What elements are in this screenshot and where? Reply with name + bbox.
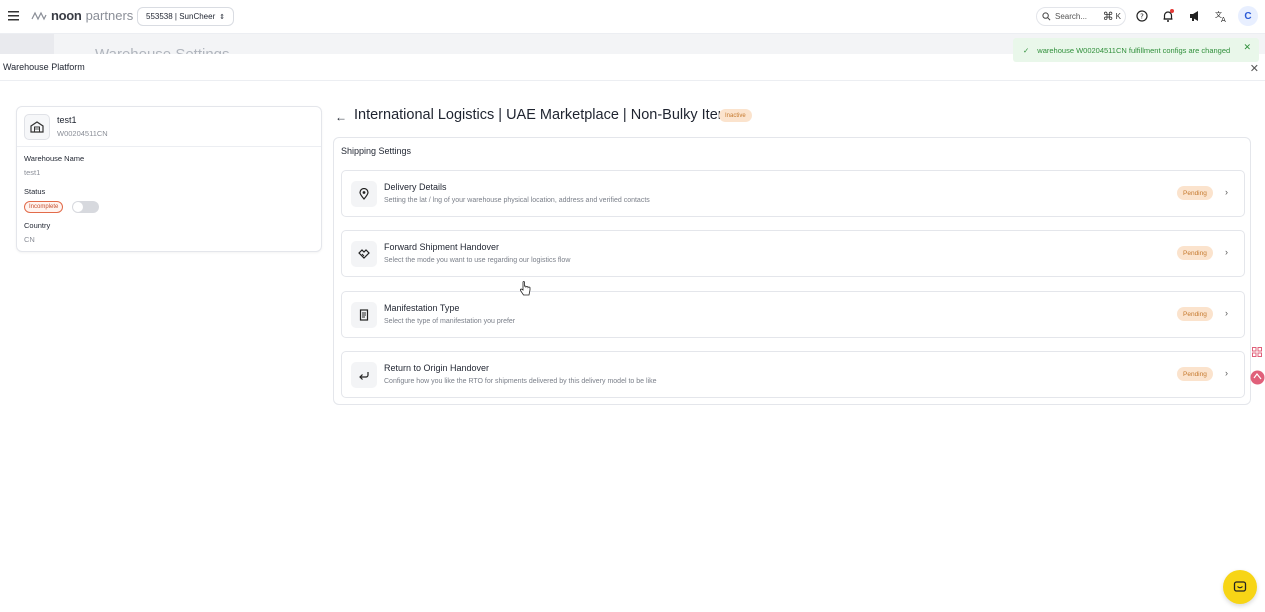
warehouse-code: W00204511CN <box>57 129 108 138</box>
user-avatar[interactable]: C <box>1238 6 1258 26</box>
chevron-right-icon: › <box>1225 187 1228 197</box>
shortcut-key: K <box>1115 12 1121 21</box>
brand-name-bold: noon <box>51 8 82 23</box>
status-badge: Incomplete <box>24 201 64 213</box>
status-label: Status <box>24 187 46 196</box>
chat-support-button[interactable] <box>1223 570 1257 604</box>
setting-row-manifestation-type[interactable]: Manifestation Type Select the type of ma… <box>341 291 1245 338</box>
panel-close-icon[interactable]: ✕ <box>1250 62 1259 75</box>
background-page-title: Warehouse Settings <box>95 46 230 54</box>
country-label: Country <box>24 221 51 230</box>
page-title: International Logistics | UAE Marketplac… <box>354 107 738 123</box>
brand-logo[interactable]: noon partners <box>31 8 133 23</box>
setting-row-forward-shipment-handover[interactable]: Forward Shipment Handover Select the mod… <box>341 230 1245 277</box>
shipping-settings-card: Shipping Settings Delivery Details Setti… <box>333 137 1251 405</box>
search-box[interactable]: Search... ⌘ K <box>1036 7 1126 26</box>
warehouse-card-header: test1 W00204511CN <box>17 107 321 147</box>
panel-title: Warehouse Platform <box>3 62 85 72</box>
warehouse-name: test1 <box>57 115 77 125</box>
row-title: Delivery Details <box>384 182 447 192</box>
warehouse-icon <box>24 114 50 140</box>
brand-name-light: partners <box>85 8 134 23</box>
apps-grid-icon[interactable] <box>1252 347 1262 357</box>
chat-icon <box>1233 581 1247 592</box>
notification-dot <box>1170 9 1174 13</box>
warehouse-info-card: test1 W00204511CN Warehouse Name test1 S… <box>16 106 322 252</box>
pending-badge: Pending <box>1177 367 1213 381</box>
menu-icon[interactable] <box>8 10 20 22</box>
row-description: Select the type of manifestation you pre… <box>384 318 516 325</box>
warehouse-name-value: test1 <box>24 168 41 177</box>
row-description: Setting the lat / lng of your warehouse … <box>384 197 650 204</box>
row-title: Manifestation Type <box>384 303 460 313</box>
store-label: 553538 | SunCheer <box>146 12 216 21</box>
row-title: Return to Origin Handover <box>384 363 490 373</box>
hand-cursor-icon <box>519 281 531 296</box>
svg-text:A: A <box>1221 16 1226 23</box>
search-icon <box>1042 12 1051 21</box>
status-toggle[interactable] <box>72 201 99 213</box>
row-description: Configure how you like the RTO for shipm… <box>384 378 657 385</box>
search-placeholder: Search... <box>1055 12 1088 21</box>
noon-logo-icon <box>31 11 47 20</box>
pending-badge: Pending <box>1177 307 1213 321</box>
handshake-icon <box>351 241 377 267</box>
row-description: Select the mode you want to use regardin… <box>384 257 571 264</box>
check-icon: ✓ <box>1023 45 1030 55</box>
location-pin-icon <box>351 181 377 207</box>
background-sidebar <box>0 34 54 54</box>
toast-message: warehouse W00204511CN fulfillment config… <box>1037 45 1231 55</box>
setting-row-return-to-origin-handover[interactable]: Return to Origin Handover Configure how … <box>341 351 1245 398</box>
section-title: Shipping Settings <box>341 146 412 156</box>
chevron-updown-icon: ⇕ <box>219 13 226 21</box>
toast-close-icon[interactable]: ✕ <box>1243 42 1251 53</box>
top-navigation-bar: noon partners 553538 | SunCheer ⇕ Search.… <box>0 0 1265 34</box>
assistant-icon[interactable] <box>1250 370 1265 385</box>
setting-row-delivery-details[interactable]: Delivery Details Setting the lat / lng o… <box>341 170 1245 217</box>
command-key-icon: ⌘ <box>1102 11 1114 23</box>
megaphone-icon[interactable] <box>1188 9 1202 23</box>
warehouse-platform-panel: Warehouse Platform ✕ test1 W00204511CN W… <box>0 54 1265 612</box>
help-icon[interactable]: ? <box>1135 9 1149 23</box>
inactive-badge: Inactive <box>719 109 752 122</box>
chevron-right-icon: › <box>1225 247 1228 257</box>
chevron-right-icon: › <box>1225 368 1228 378</box>
return-arrow-icon <box>351 362 377 388</box>
svg-text:?: ? <box>1140 13 1144 21</box>
pending-badge: Pending <box>1177 246 1213 260</box>
pending-badge: Pending <box>1177 186 1213 200</box>
warehouse-name-label: Warehouse Name <box>24 154 85 163</box>
row-title: Forward Shipment Handover <box>384 242 500 252</box>
search-shortcut: ⌘ K <box>1103 10 1121 23</box>
document-icon <box>351 302 377 328</box>
store-selector[interactable]: 553538 | SunCheer ⇕ <box>137 7 235 26</box>
chevron-right-icon: › <box>1225 308 1228 318</box>
country-value: CN <box>24 235 35 244</box>
success-toast: ✓ warehouse W00204511CN fulfillment conf… <box>1013 38 1259 62</box>
back-arrow-icon[interactable]: ← <box>335 110 347 124</box>
translate-icon[interactable]: 文A <box>1214 9 1228 23</box>
